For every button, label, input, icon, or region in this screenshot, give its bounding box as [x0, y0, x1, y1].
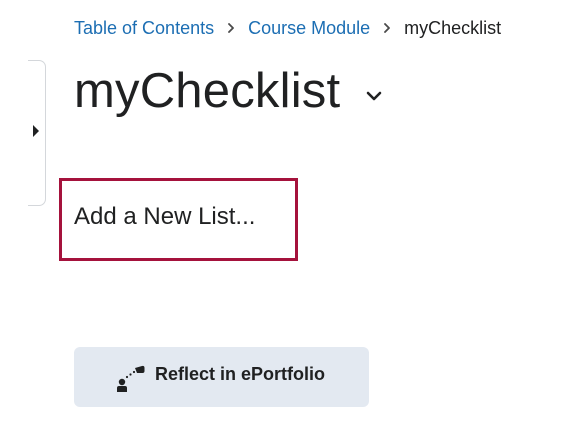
breadcrumb: Table of Contents Course Module myCheckl… — [74, 17, 501, 39]
side-panel-toggle[interactable] — [28, 60, 46, 206]
title-menu-button[interactable] — [362, 84, 386, 108]
caret-right-icon — [33, 125, 39, 137]
eportfolio-icon — [117, 365, 145, 392]
chevron-right-icon — [370, 19, 404, 37]
chevron-down-icon — [366, 91, 382, 101]
title-row: myChecklist — [74, 58, 386, 124]
reflect-button-label: Reflect in ePortfolio — [155, 364, 326, 384]
reflect-in-eportfolio-button[interactable]: Reflect in ePortfolio — [74, 347, 369, 407]
chevron-right-icon — [214, 19, 248, 37]
page: Table of Contents Course Module myCheckl… — [0, 0, 568, 424]
add-new-list-link[interactable]: Add a New List... — [74, 203, 255, 231]
breadcrumb-link-table-of-contents[interactable]: Table of Contents — [74, 18, 214, 39]
page-title: myChecklist — [74, 64, 341, 118]
breadcrumb-current: myChecklist — [404, 17, 502, 38]
breadcrumb-link-course-module[interactable]: Course Module — [248, 18, 370, 39]
